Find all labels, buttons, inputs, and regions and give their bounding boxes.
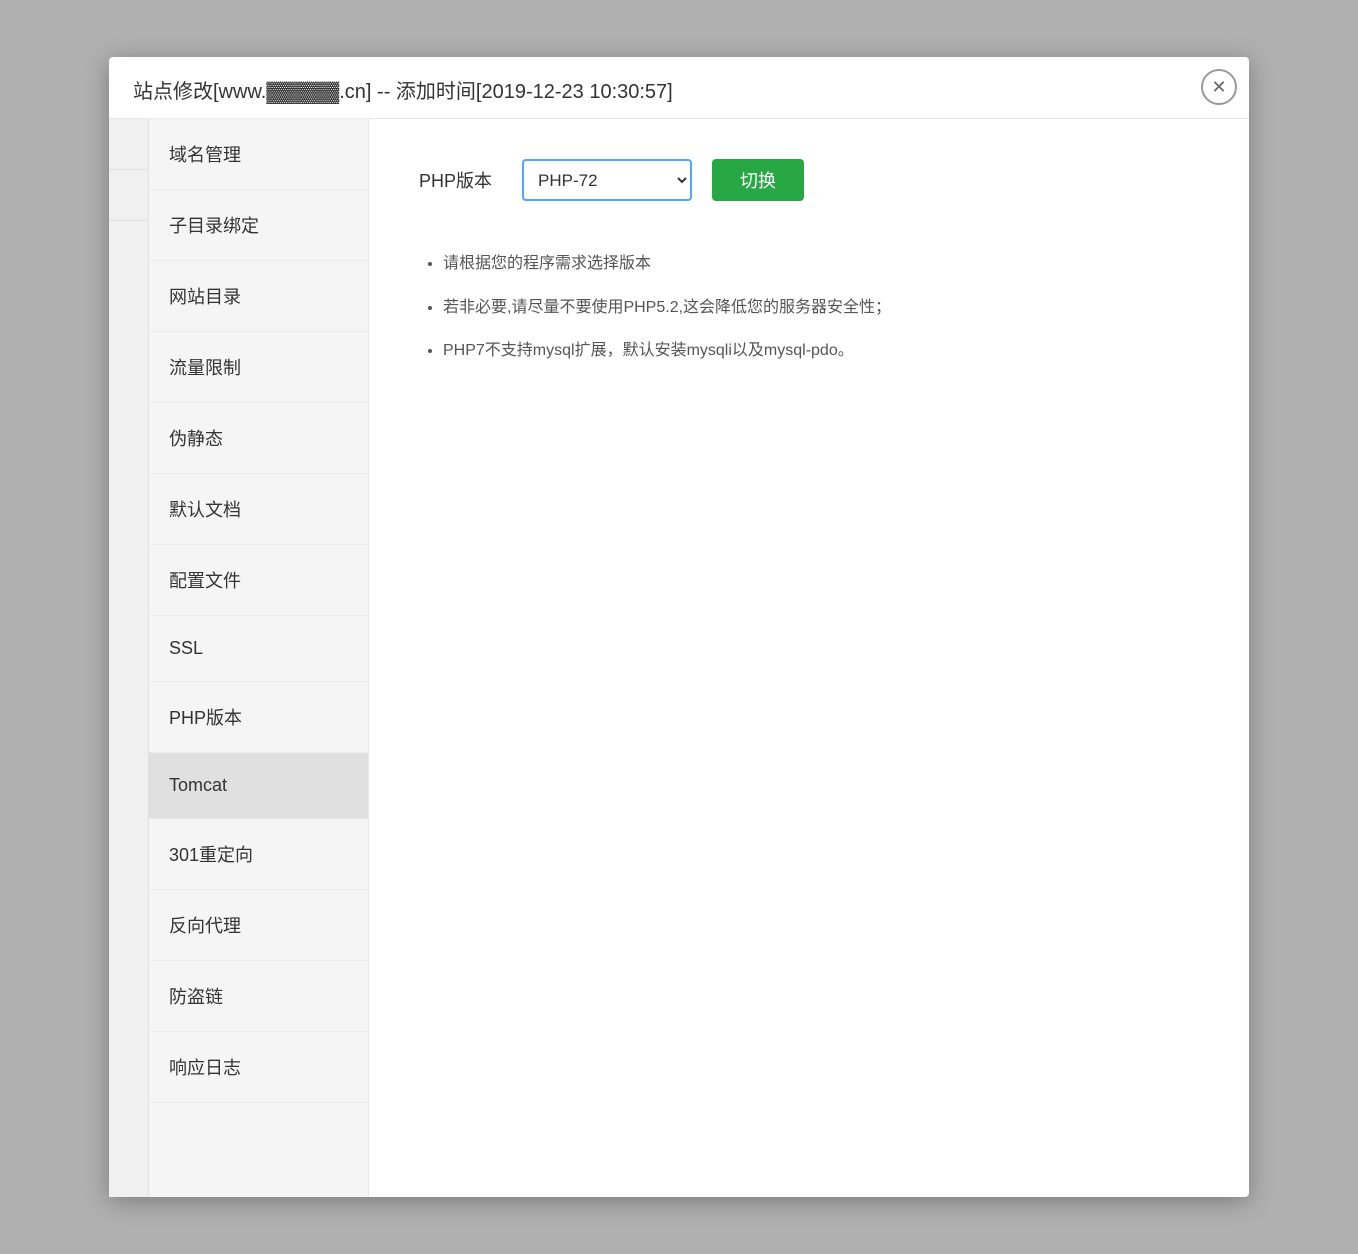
sidebar-item-flow[interactable]: 流量限制 <box>149 332 368 403</box>
sidebar-item-log[interactable]: 响应日志 <box>149 1032 368 1103</box>
modal: 站点修改[www.▓▓▓▓▓.cn] -- 添加时间[2019-12-23 10… <box>109 57 1249 1197</box>
sidebar-item-tomcat[interactable]: Tomcat <box>149 753 368 819</box>
note-item: 若非必要,请尽量不要使用PHP5.2,这会降低您的服务器安全性； <box>443 295 1199 321</box>
sidebar-item-hotlink[interactable]: 防盗链 <box>149 961 368 1032</box>
sidebar-item-webroot[interactable]: 网站目录 <box>149 261 368 332</box>
sidebar-item-redirect[interactable]: 301重定向 <box>149 819 368 890</box>
note-item: 请根据您的程序需求选择版本 <box>443 251 1199 277</box>
close-icon: ✕ <box>1211 77 1226 98</box>
close-button[interactable]: ✕ <box>1201 69 1237 105</box>
sidebar-item-subdir[interactable]: 子目录绑定 <box>149 190 368 261</box>
sidebar: 域名管理 子目录绑定 网站目录 流量限制 伪静态 默认文档 配置文件 SSL <box>149 119 369 1197</box>
php-version-label: PHP版本 <box>419 167 492 193</box>
sidebar-item-default-doc[interactable]: 默认文档 <box>149 474 368 545</box>
switch-button[interactable]: 切换 <box>712 159 804 201</box>
sidebar-item-rewrite[interactable]: 伪静态 <box>149 403 368 474</box>
modal-body: 域名管理 子目录绑定 网站目录 流量限制 伪静态 默认文档 配置文件 SSL <box>109 119 1249 1197</box>
partial-sidebar-item-default[interactable] <box>109 170 148 221</box>
content-area: PHP版本 PHP-54 PHP-56 PHP-70 PHP-71 PHP-72… <box>369 119 1249 1197</box>
sidebar-item-php-version[interactable]: PHP版本 <box>149 682 368 753</box>
php-version-select[interactable]: PHP-54 PHP-56 PHP-70 PHP-71 PHP-72 PHP-7… <box>522 159 692 201</box>
sidebar-item-domain[interactable]: 域名管理 <box>149 119 368 190</box>
note-item: PHP7不支持mysql扩展，默认安装mysqli以及mysql-pdo。 <box>443 338 1199 364</box>
php-version-row: PHP版本 PHP-54 PHP-56 PHP-70 PHP-71 PHP-72… <box>419 159 1199 201</box>
sidebar-item-config[interactable]: 配置文件 <box>149 545 368 616</box>
notes-list: 请根据您的程序需求选择版本 若非必要,请尽量不要使用PHP5.2,这会降低您的服… <box>419 251 1199 364</box>
sidebar-item-proxy[interactable]: 反向代理 <box>149 890 368 961</box>
partial-sidebar-item-site[interactable] <box>109 119 148 170</box>
sidebar-item-ssl[interactable]: SSL <box>149 616 368 682</box>
modal-title: 站点修改[www.▓▓▓▓▓.cn] -- 添加时间[2019-12-23 10… <box>109 57 1249 119</box>
